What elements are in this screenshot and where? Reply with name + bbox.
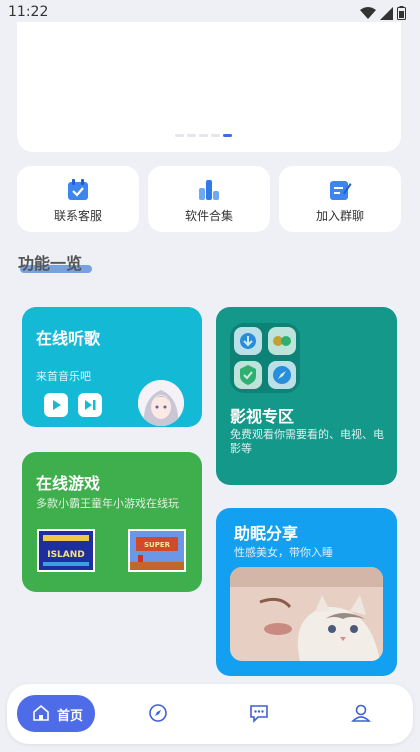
toggle-dots-icon [268, 327, 296, 355]
card-title: 在线游戏 [36, 474, 101, 493]
game-thumbnail-caption: SUPER [144, 541, 171, 549]
video-zone-card[interactable]: 影视专区 免费观看你需要看的、电视、电影等 [216, 307, 397, 485]
card-title: 影视专区 [230, 407, 295, 426]
game-thumbnail-caption: ISLAND [47, 550, 85, 560]
shortcut-label: 软件合集 [184, 209, 233, 223]
shortcut-label: 联系客服 [53, 209, 102, 223]
play-button[interactable] [44, 393, 68, 417]
cloud-download-icon [234, 327, 262, 355]
online-music-card[interactable]: 在线听歌 来首音乐吧 [22, 307, 202, 427]
carousel-dot [175, 134, 184, 137]
card-title: 助眠分享 [234, 524, 299, 543]
card-subtitle: 性感美女，带你入睡 [234, 546, 333, 559]
carousel-dot [199, 134, 208, 137]
section-title: 功能一览 [18, 254, 83, 273]
card-subtitle: 多款小霸王童年小游戏在线玩 [36, 497, 179, 510]
carousel-dot-active [223, 134, 232, 137]
banner-carousel[interactable] [17, 22, 401, 152]
game-thumbnail-mario[interactable]: SUPER [128, 529, 186, 572]
status-bar: 11:22 [0, 0, 420, 24]
app-icon-grid [230, 323, 300, 393]
join-group-button[interactable]: 加入群聊 [279, 166, 401, 232]
carousel-dot [211, 134, 220, 137]
nav-home-tab[interactable]: 首页 [17, 695, 95, 732]
bottom-navigation: 首页 [7, 684, 413, 744]
software-collection-button[interactable]: 软件合集 [148, 166, 270, 232]
sleep-photo[interactable] [230, 567, 383, 661]
contact-support-button[interactable]: 联系客服 [17, 166, 139, 232]
bar-chart-icon [197, 178, 221, 202]
carousel-dot [187, 134, 196, 137]
card-title: 在线听歌 [36, 329, 101, 348]
game-thumbnail-island[interactable]: ISLAND [37, 529, 95, 572]
shortcut-label: 加入群聊 [315, 209, 364, 223]
calendar-check-icon [66, 178, 90, 202]
next-track-button[interactable] [78, 393, 102, 417]
music-avatar [138, 380, 184, 426]
card-subtitle: 免费观看你需要看的、电视、电影等 [230, 428, 384, 455]
status-time: 11:22 [8, 4, 49, 20]
online-game-card[interactable]: 在线游戏 多款小霸王童年小游戏在线玩 ISLAND SUPER [22, 452, 202, 592]
shield-check-icon [234, 361, 262, 389]
card-subtitle: 来首音乐吧 [36, 370, 91, 383]
nav-home-label: 首页 [57, 709, 84, 724]
edit-note-icon [328, 178, 352, 202]
profile-icon[interactable] [351, 703, 371, 723]
compass-icon[interactable] [148, 703, 168, 723]
chat-icon[interactable] [249, 703, 269, 723]
home-icon [32, 704, 50, 726]
carousel-indicator [175, 134, 232, 137]
sleep-share-card[interactable]: 助眠分享 性感美女，带你入睡 [216, 508, 397, 676]
compass-app-icon [268, 361, 296, 389]
